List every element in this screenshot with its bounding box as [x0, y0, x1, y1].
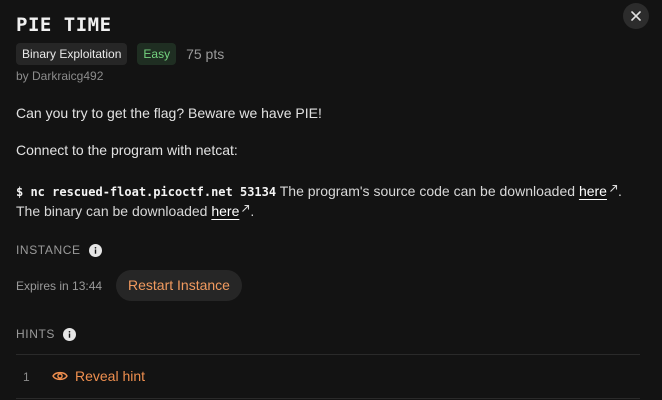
- description-connect: Connect to the program with netcat:: [16, 142, 238, 158]
- period: .: [250, 203, 255, 219]
- hint-row-divider: [16, 398, 640, 399]
- challenge-tags: Binary Exploitation Easy 75 pts: [16, 43, 224, 65]
- external-link-icon: [609, 180, 618, 196]
- hints-section-label: HINTS: [16, 327, 76, 341]
- hint-number: 1: [23, 370, 30, 384]
- reveal-hint-button[interactable]: Reveal hint: [52, 368, 145, 384]
- author-label: by Darkraicg492: [16, 69, 104, 83]
- points-label: 75 pts: [186, 46, 225, 62]
- category-badge: Binary Exploitation: [16, 43, 128, 65]
- instance-label: INSTANCE: [16, 243, 81, 257]
- reveal-hint-label[interactable]: Reveal hint: [75, 368, 145, 384]
- hints-divider: [16, 354, 640, 355]
- binary-text: The binary can be downloaded: [16, 203, 208, 219]
- close-button[interactable]: [623, 3, 649, 29]
- binary-download-link[interactable]: here: [211, 203, 239, 219]
- description-intro: Can you try to get the flag? Beware we h…: [16, 105, 322, 121]
- info-icon[interactable]: [63, 327, 76, 341]
- restart-instance-button[interactable]: Restart Instance: [116, 270, 242, 301]
- instance-section-label: INSTANCE: [16, 243, 102, 257]
- period: .: [617, 183, 622, 199]
- difficulty-badge: Easy: [137, 43, 177, 65]
- hints-label: HINTS: [16, 327, 55, 341]
- close-icon: [631, 11, 641, 21]
- description-command-line: $ nc rescued-float.picoctf.net 53134 The…: [16, 180, 622, 199]
- description-binary-line: The binary can be downloaded here.: [16, 200, 254, 219]
- eye-icon: [52, 371, 68, 381]
- source-text: The program's source code can be downloa…: [279, 183, 576, 199]
- challenge-title: PIE TIME: [16, 14, 112, 36]
- instance-expiry: Expires in 13:44: [16, 279, 103, 293]
- source-download-link[interactable]: here: [579, 183, 607, 199]
- netcat-command: $ nc rescued-float.picoctf.net 53134: [16, 185, 277, 199]
- info-icon[interactable]: [88, 243, 102, 257]
